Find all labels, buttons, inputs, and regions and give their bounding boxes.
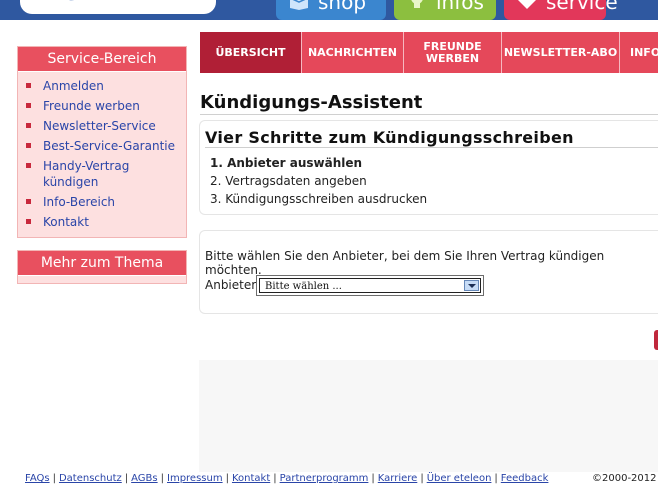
- step-item: 1. Anbieter auswählen: [210, 156, 363, 170]
- bullet-icon: [26, 219, 31, 224]
- sidebar-item-info-bereich[interactable]: Info-Bereich: [18, 194, 186, 210]
- tab-service[interactable]: service: [504, 0, 618, 20]
- separator: |: [225, 473, 229, 484]
- step-item: 3. Kündigungsschreiben ausdrucken: [210, 192, 428, 206]
- anbieter-select[interactable]: Bitte wählen ...: [256, 275, 484, 296]
- footer-link-ueber-eteleon[interactable]: Über eteleon: [427, 473, 492, 484]
- sidebar-item-kontakt[interactable]: Kontakt: [18, 214, 186, 230]
- chevron-down-icon: [468, 284, 476, 288]
- footer-link-karriere[interactable]: Karriere: [378, 473, 418, 484]
- tab-uebersicht[interactable]: ÜBERSICHT: [200, 32, 302, 73]
- separator: |: [160, 473, 164, 484]
- section-nav: ÜBERSICHT NACHRICHTEN FREUNDE WERBEN NEW…: [200, 32, 658, 73]
- bullet-icon: [26, 103, 31, 108]
- separator: |: [494, 473, 498, 484]
- tab-nachrichten[interactable]: NACHRICHTEN: [302, 32, 404, 73]
- logo[interactable]: eteleon: [20, 0, 216, 14]
- tab-label: NACHRICHTEN: [307, 45, 398, 59]
- footer-link-partnerprogramm[interactable]: Partnerprogramm: [280, 473, 369, 484]
- footer-link-kontakt[interactable]: Kontakt: [232, 473, 270, 484]
- sidebar-item-label: Best-Service-Garantie: [43, 139, 175, 153]
- tab-label: service: [546, 0, 618, 14]
- sidebar-item-label: Handy-Vertrag kündigen: [43, 159, 130, 189]
- service-menu: Anmelden Freunde werben Newsletter-Servi…: [18, 72, 186, 240]
- separator: |: [52, 473, 56, 484]
- form-intro-text: Bitte wählen Sie den Anbieter, bei dem S…: [205, 249, 605, 277]
- footer-link-impressum[interactable]: Impressum: [167, 473, 223, 484]
- footer-link-feedback[interactable]: Feedback: [501, 473, 549, 484]
- footer-links: FAQs | Datenschutz | AGBs | Impressum | Kontakt |…: [25, 473, 548, 484]
- tab-label: infos: [436, 0, 484, 14]
- sidebar-item-label: Info-Bereich: [43, 195, 116, 209]
- bullet-icon: [26, 143, 31, 148]
- sidebar-item-label: Freunde werben: [43, 99, 140, 113]
- steps-list: 1. Anbieter auswählen 2. Vertragsdaten a…: [210, 154, 427, 208]
- next-button[interactable]: [654, 330, 658, 350]
- tab-info[interactable]: INFO: [620, 32, 658, 73]
- sidebar-item-label: Anmelden: [43, 79, 104, 93]
- copyright: ©2000-2012 b2: [592, 473, 658, 484]
- footer-link-faqs[interactable]: FAQs: [25, 473, 50, 484]
- heart-icon: [518, 0, 536, 9]
- anbieter-label: Anbieter: [205, 278, 257, 292]
- divider: [205, 147, 658, 148]
- page-title: Kündigungs-Assistent: [200, 92, 423, 113]
- sidebar-item-freunde-werben[interactable]: Freunde werben: [18, 98, 186, 114]
- separator: |: [124, 473, 129, 484]
- more-panel-title[interactable]: Mehr zum Thema: [18, 251, 186, 276]
- logo-icon: [57, 0, 89, 4]
- footer-link-datenschutz[interactable]: Datenschutz: [59, 473, 122, 484]
- footer-link-agbs[interactable]: AGBs: [131, 473, 157, 484]
- logo-text: eteleon: [90, 0, 208, 4]
- tab-newsletter-abo[interactable]: NEWSLETTER-ABO: [502, 32, 620, 73]
- bullet-icon: [26, 199, 31, 204]
- tab-infos[interactable]: infos: [394, 0, 496, 20]
- tab-label: NEWSLETTER-ABO: [503, 45, 618, 59]
- tab-label: FREUNDE WERBEN: [423, 39, 482, 65]
- service-panel: Service-Bereich Anmelden Freunde werben …: [17, 46, 187, 238]
- step-item: 2. Vertragsdaten angeben: [210, 174, 367, 188]
- tab-freunde-werben[interactable]: FREUNDE WERBEN: [404, 32, 502, 73]
- separator: |: [420, 473, 424, 484]
- sidebar-item-handy-vertrag-kuendigen[interactable]: Handy-Vertrag kündigen: [18, 158, 159, 190]
- sidebar-item-label: Newsletter-Service: [43, 119, 156, 133]
- sidebar-item-best-service-garantie[interactable]: Best-Service-Garantie: [18, 138, 186, 154]
- tab-label: INFO: [630, 45, 658, 59]
- lightbulb-icon: [411, 0, 423, 8]
- tab-label: shop: [318, 0, 367, 14]
- select-field[interactable]: Bitte wählen ...: [259, 278, 481, 293]
- separator: |: [273, 473, 277, 484]
- bullet-icon: [26, 83, 31, 88]
- sidebar-item-label: Kontakt: [43, 215, 89, 229]
- bullet-icon: [26, 123, 31, 128]
- more-panel: Mehr zum Thema: [17, 250, 187, 284]
- steps-title: Vier Schritte zum Kündigungsschreiben: [205, 128, 574, 147]
- tab-label: ÜBERSICHT: [215, 45, 286, 59]
- divider: [200, 114, 658, 115]
- sidebar-item-anmelden[interactable]: Anmelden: [18, 78, 186, 94]
- content-placeholder: [199, 360, 658, 472]
- sidebar-item-newsletter-service[interactable]: Newsletter-Service: [18, 118, 186, 134]
- select-value: Bitte wählen ...: [265, 281, 342, 292]
- tab-shop[interactable]: shop: [276, 0, 386, 20]
- site-header: eteleon shop infos service: [0, 0, 658, 20]
- separator: |: [371, 473, 375, 484]
- box-icon: [290, 0, 308, 10]
- bullet-icon: [26, 163, 31, 168]
- dropdown-button[interactable]: [464, 280, 479, 291]
- service-panel-title: Service-Bereich: [18, 47, 186, 72]
